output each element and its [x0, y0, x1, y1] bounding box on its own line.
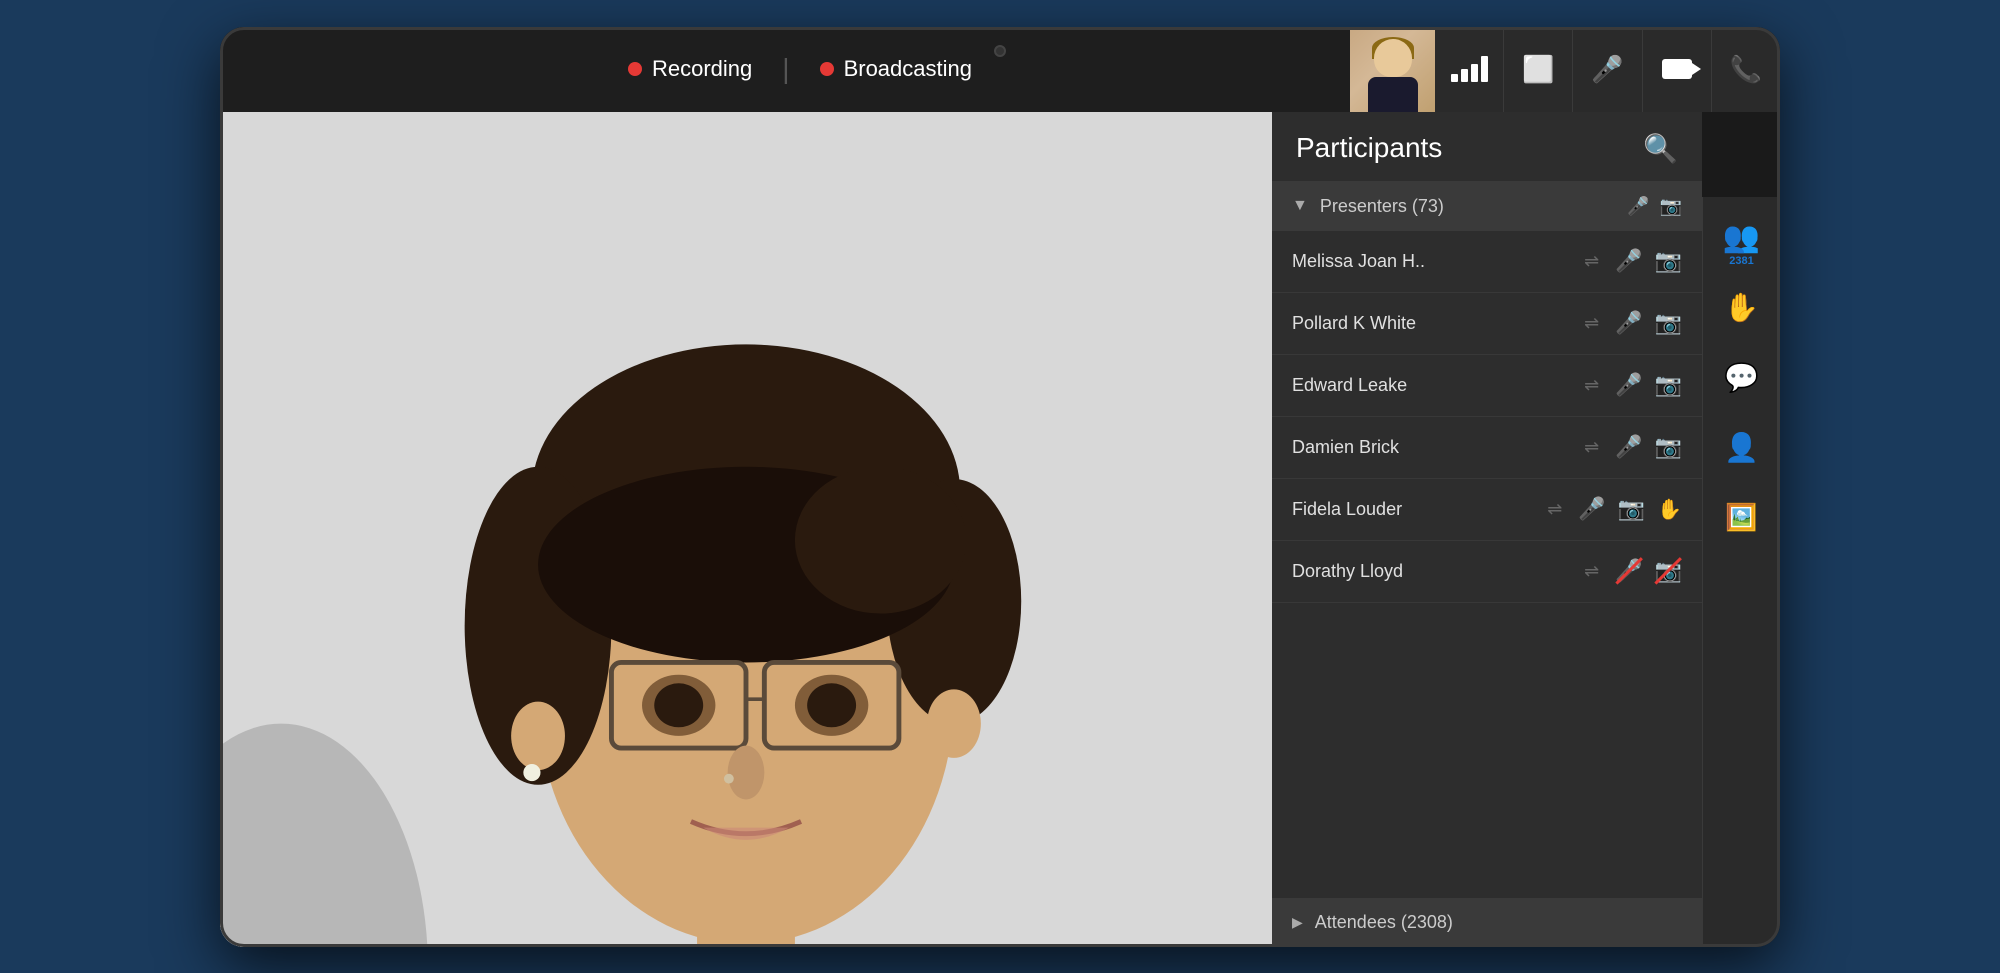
- presenter-avatar[interactable]: [1350, 27, 1435, 112]
- presenters-section-header[interactable]: ▼ Presenters (73) 🎤 📷: [1272, 182, 1702, 231]
- pin-icon: ⇌: [1584, 313, 1599, 334]
- raised-hand-icon: ✋: [1657, 497, 1682, 522]
- participants-icon: 👥: [1723, 220, 1760, 255]
- participants-title: Participants: [1296, 132, 1442, 164]
- camera-icon: [1662, 59, 1692, 79]
- microphone-button[interactable]: 🎤: [1573, 27, 1642, 112]
- section-mic-icon: 🎤: [1627, 196, 1649, 217]
- participant-count-badge: 2381: [1729, 255, 1753, 267]
- participant-icons: 🎤 📷: [1615, 372, 1682, 398]
- media-icon: 🖼️: [1725, 502, 1757, 533]
- recording-dot: [628, 62, 642, 76]
- camera-button[interactable]: [1643, 27, 1712, 112]
- bar-2: [1461, 69, 1468, 82]
- status-divider: |: [782, 53, 789, 85]
- broadcasting-label: Broadcasting: [844, 56, 972, 82]
- qa-icon: 👤: [1724, 431, 1759, 464]
- avatar-body: [1368, 77, 1418, 112]
- top-bar: Recording | Broadcasting: [220, 27, 1780, 112]
- media-button[interactable]: 🖼️: [1711, 487, 1773, 549]
- participant-icons: 🎤 📷: [1615, 310, 1682, 336]
- search-button[interactable]: 🔍: [1643, 132, 1678, 165]
- toolbar-icons: ⬜ 🎤 📞: [1350, 27, 1780, 112]
- attendees-chevron-icon: ▶: [1292, 914, 1303, 931]
- participant-row: Damien Brick ⇌ 🎤 📷: [1272, 417, 1702, 479]
- participants-sidebar: Participants 🔍 ▼ Presenters (73) 🎤 📷 Mel…: [1272, 112, 1702, 947]
- participant-icons: 🎤 📷: [1615, 434, 1682, 460]
- participant-row: Pollard K White ⇌ 🎤 📷: [1272, 293, 1702, 355]
- broadcasting-dot: [820, 62, 834, 76]
- bar-3: [1471, 64, 1478, 82]
- cam-icon[interactable]: 📷: [1655, 434, 1682, 460]
- participant-row: Dorathy Lloyd ⇌ 🎤 📷: [1272, 541, 1702, 603]
- pin-icon: ⇌: [1547, 499, 1562, 520]
- pin-icon: ⇌: [1584, 437, 1599, 458]
- mic-muted-icon[interactable]: 🎤: [1615, 248, 1642, 274]
- avatar-head: [1374, 39, 1412, 77]
- mic-icon[interactable]: 🎤: [1615, 310, 1642, 336]
- presenters-chevron-icon: ▼: [1292, 197, 1308, 215]
- presenters-label: Presenters (73): [1320, 196, 1444, 217]
- pin-icon: ⇌: [1584, 251, 1599, 272]
- recording-label: Recording: [652, 56, 752, 82]
- qa-button[interactable]: 👤: [1711, 417, 1773, 479]
- end-call-button[interactable]: 📞: [1712, 27, 1780, 112]
- end-call-icon: 📞: [1730, 54, 1762, 85]
- participant-icons: 🎤 📷 ✋: [1578, 496, 1682, 522]
- pin-icon: ⇌: [1584, 375, 1599, 396]
- main-content: Participants 🔍 ▼ Presenters (73) 🎤 📷 Mel…: [220, 112, 1780, 947]
- participants-count-button[interactable]: 👥 2381: [1711, 207, 1773, 269]
- participant-name: Melissa Joan H..: [1292, 251, 1584, 272]
- video-area: [220, 112, 1272, 947]
- section-header-icons: 🎤 📷: [1627, 196, 1682, 217]
- participant-name: Damien Brick: [1292, 437, 1584, 458]
- screen-share-icon: ⬜: [1522, 54, 1554, 85]
- recording-status: Recording: [628, 56, 752, 82]
- attendees-label: Attendees (2308): [1315, 912, 1453, 933]
- participant-name: Edward Leake: [1292, 375, 1584, 396]
- mic-icon[interactable]: 🎤: [1578, 496, 1605, 522]
- right-actions-panel: 👥 2381 ✋ 💬 👤 🖼️: [1702, 197, 1780, 947]
- raise-hand-icon: ✋: [1724, 291, 1759, 324]
- section-cam-icon: 📷: [1660, 196, 1682, 217]
- device-frame: Recording | Broadcasting: [220, 27, 1780, 947]
- microphone-icon: 🎤: [1591, 54, 1623, 85]
- participant-row: Melissa Joan H.. ⇌ 🎤 📷: [1272, 231, 1702, 293]
- cam-icon[interactable]: 📷: [1655, 372, 1682, 398]
- screen-share-button[interactable]: ⬜: [1504, 27, 1573, 112]
- chat-icon: 💬: [1724, 361, 1759, 394]
- mic-muted-icon[interactable]: 🎤: [1615, 558, 1642, 584]
- mic-icon[interactable]: 🎤: [1615, 434, 1642, 460]
- participant-name: Fidela Louder: [1292, 499, 1547, 520]
- cam-icon[interactable]: 📷: [1655, 310, 1682, 336]
- attendees-section-header[interactable]: ▶ Attendees (2308): [1272, 898, 1702, 947]
- chat-button[interactable]: 💬: [1711, 347, 1773, 409]
- participant-name: Pollard K White: [1292, 313, 1584, 334]
- signal-button[interactable]: [1435, 27, 1504, 112]
- participant-icons: 🎤 📷: [1615, 248, 1682, 274]
- pin-icon: ⇌: [1584, 561, 1599, 582]
- mic-icon[interactable]: 🎤: [1615, 372, 1642, 398]
- cam-muted-icon[interactable]: 📷: [1655, 558, 1682, 584]
- raise-hand-button[interactable]: ✋: [1711, 277, 1773, 339]
- participant-icons: 🎤 📷: [1615, 558, 1682, 584]
- camera-dot: [994, 45, 1006, 57]
- video-person-svg: [220, 112, 1272, 947]
- signal-bars-icon: [1451, 56, 1488, 82]
- bar-4: [1481, 56, 1488, 82]
- bar-1: [1451, 74, 1458, 82]
- participant-row: Fidela Louder ⇌ 🎤 📷 ✋: [1272, 479, 1702, 541]
- participants-header: Participants 🔍: [1272, 112, 1702, 182]
- participant-name: Dorathy Lloyd: [1292, 561, 1584, 582]
- cam-muted-icon[interactable]: 📷: [1655, 248, 1682, 274]
- cam-icon[interactable]: 📷: [1618, 496, 1645, 522]
- broadcasting-status: Broadcasting: [820, 56, 972, 82]
- participant-row: Edward Leake ⇌ 🎤 📷: [1272, 355, 1702, 417]
